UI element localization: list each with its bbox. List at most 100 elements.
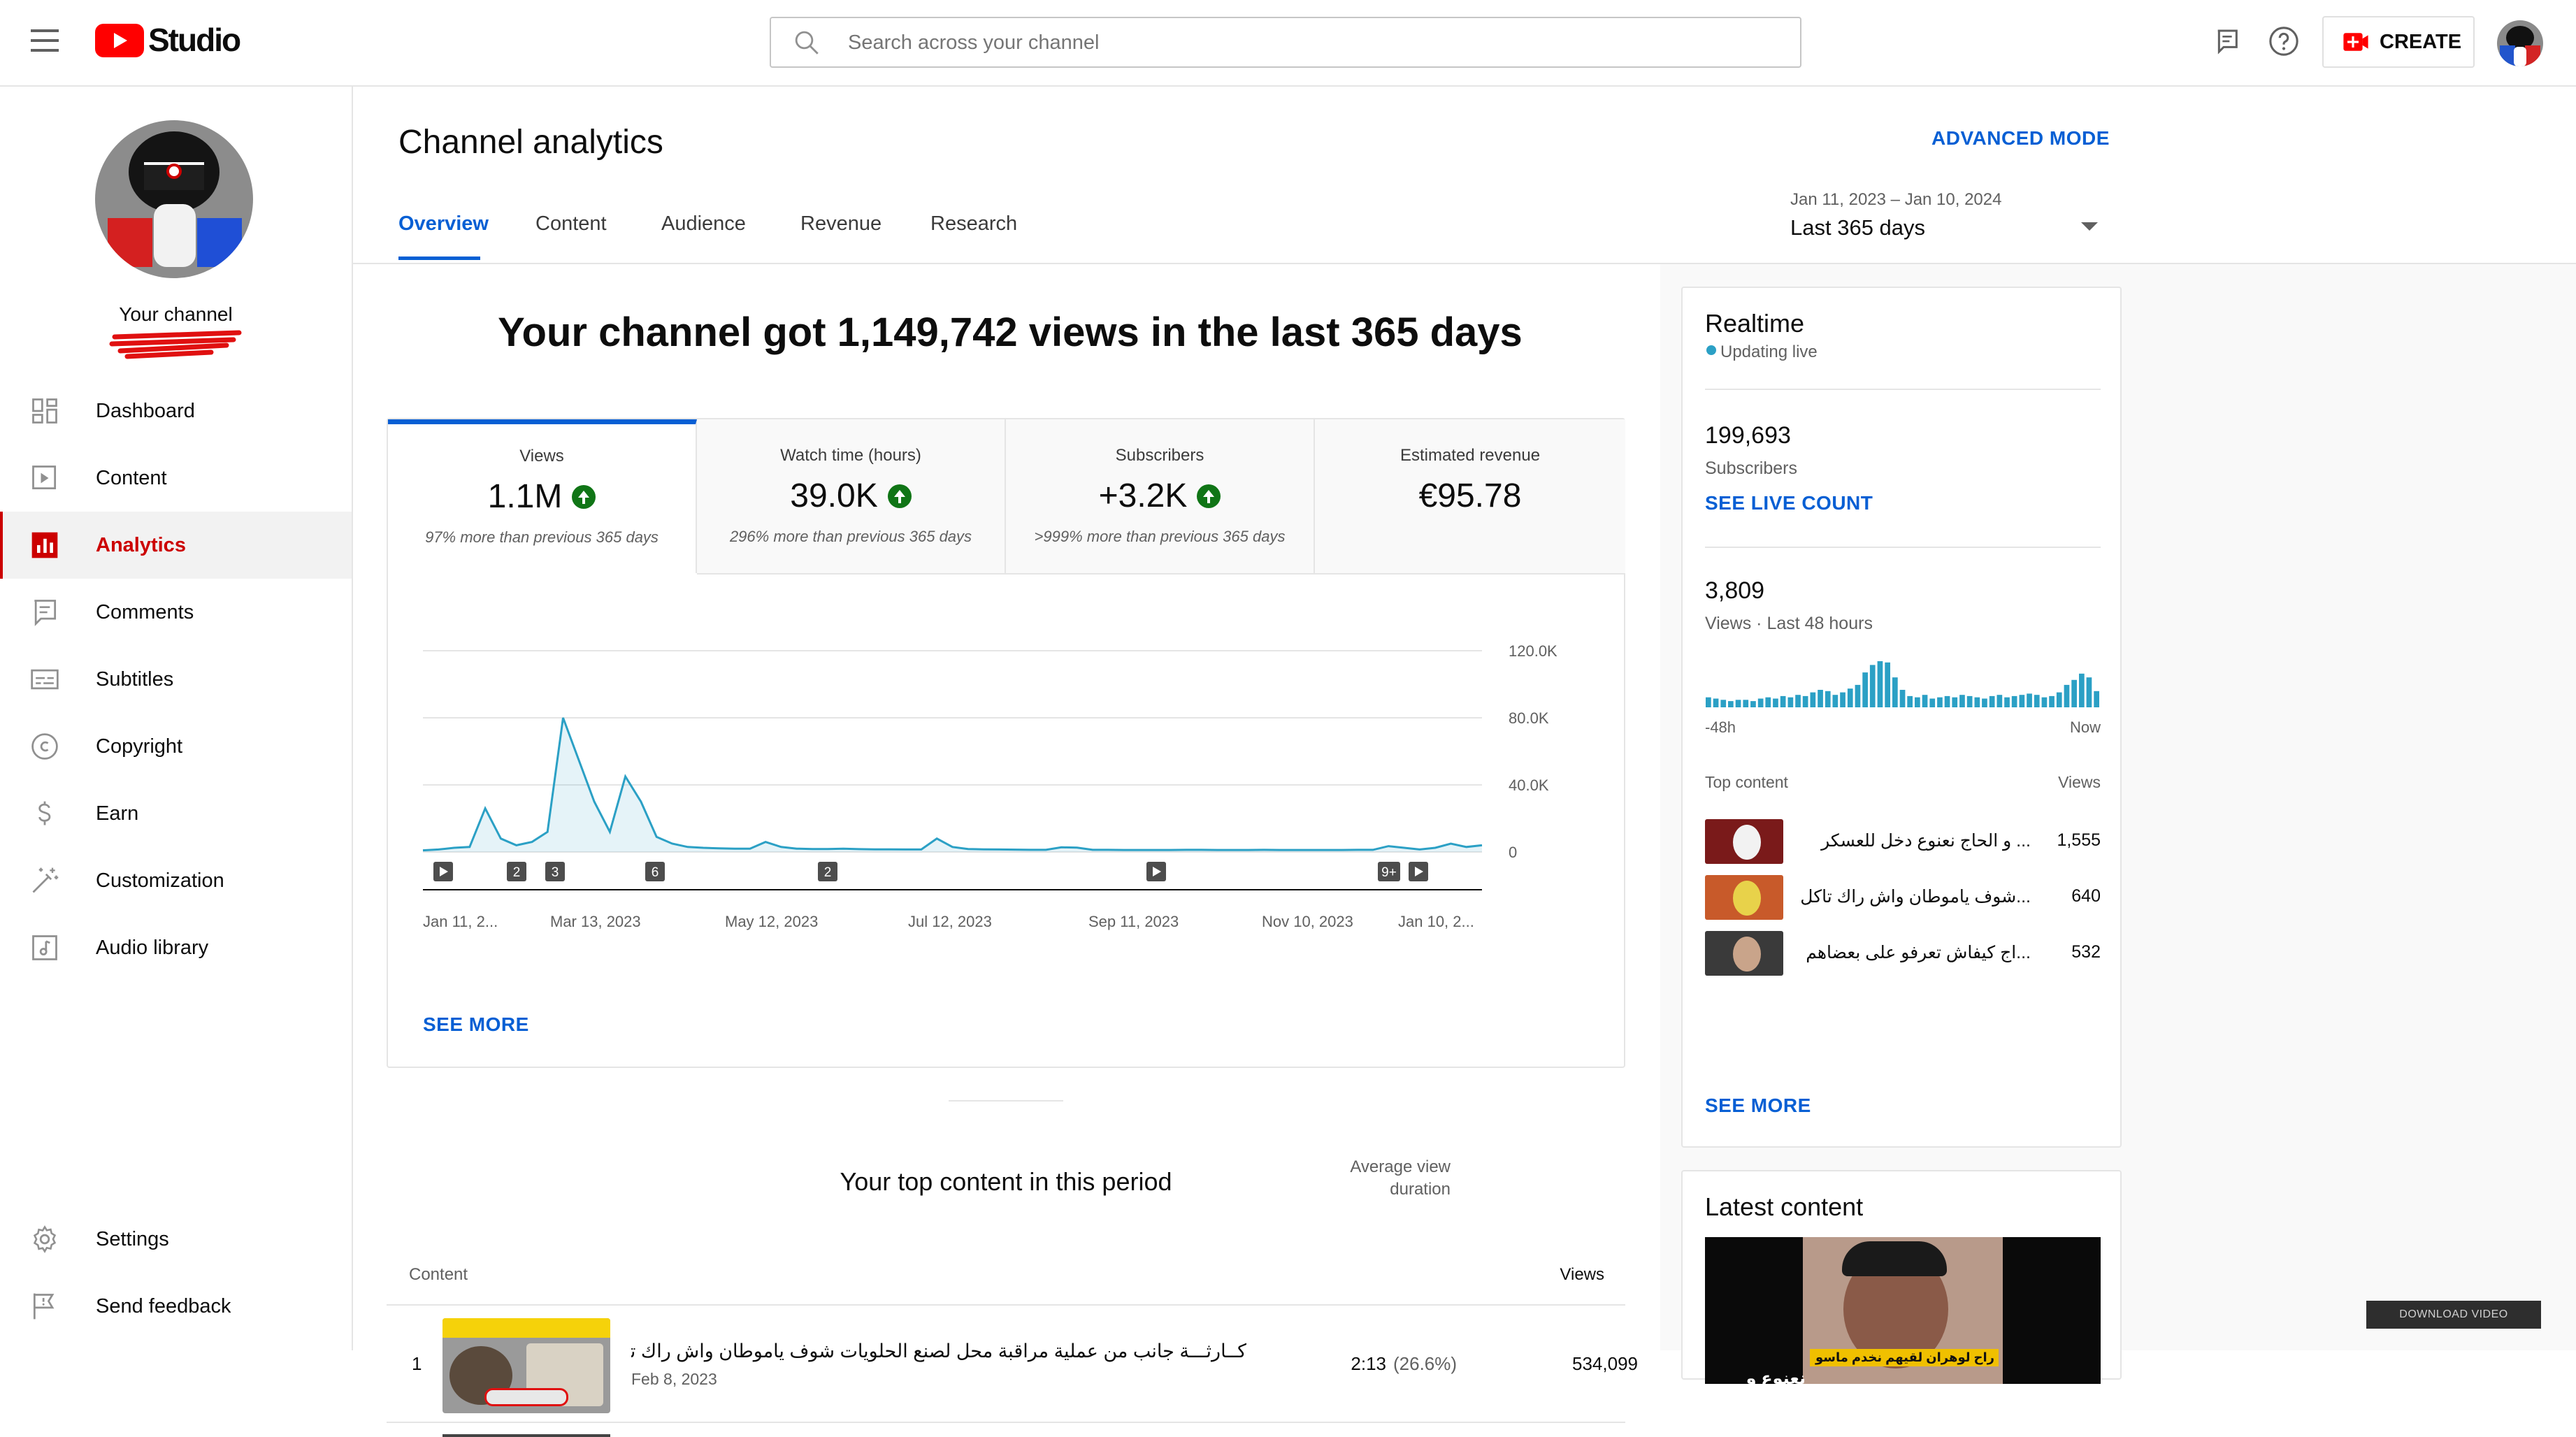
trend-up-icon xyxy=(887,484,912,508)
messages-icon[interactable] xyxy=(2213,27,2241,56)
tab-revenue[interactable]: Revenue xyxy=(800,212,882,236)
row-views: 534,099 xyxy=(1572,1353,1638,1374)
studio-logo-text[interactable]: Studio xyxy=(148,21,241,59)
realtime-bar xyxy=(1877,661,1883,707)
sidebar-item-earn[interactable]: Earn xyxy=(0,780,352,847)
svg-text:2: 2 xyxy=(513,865,521,880)
metric-tile[interactable]: Subscribers +3.2K >999% more than previous… xyxy=(1006,419,1315,573)
search-box[interactable] xyxy=(770,17,1801,68)
sidebar-item-comments[interactable]: Comments xyxy=(0,579,352,646)
sidebar-item-copyright[interactable]: Copyright xyxy=(0,713,352,780)
realtime-bar xyxy=(2064,684,2070,707)
realtime-bar xyxy=(1899,690,1906,707)
realtime-bar xyxy=(1892,677,1898,707)
realtime-bar-chart[interactable] xyxy=(1705,651,2101,707)
x-tick-label: May 12, 2023 xyxy=(725,913,819,930)
realtime-top-item[interactable]: ...اج كيفاش تعرفو على بعضاهم 532 xyxy=(1705,931,2101,976)
download-video-button[interactable]: DOWNLOAD VIDEO xyxy=(2366,1301,2541,1329)
date-range-picker[interactable]: Jan 11, 2023 – Jan 10, 2024 Last 365 day… xyxy=(1787,185,2116,254)
video-count-marker[interactable]: 2 xyxy=(818,862,837,881)
video-count-marker[interactable]: 3 xyxy=(545,862,565,881)
realtime-item-title[interactable]: ... و الحاج نعنوع دخل للعسكر xyxy=(1800,830,2031,851)
date-range-text: Jan 11, 2023 – Jan 10, 2024 xyxy=(1790,190,2002,209)
page-title: Channel analytics xyxy=(398,124,663,161)
row-thumbnail[interactable] xyxy=(442,1318,610,1413)
chart-see-more-link[interactable]: SEE MORE xyxy=(423,1013,529,1036)
realtime-item-thumbnail[interactable] xyxy=(1705,819,1783,864)
row-title[interactable]: كــارثـــة جانب من عملية مراقبة محل لصنع… xyxy=(631,1341,1246,1362)
create-button[interactable]: CREATE xyxy=(2322,16,2475,68)
search-icon xyxy=(795,31,819,55)
youtube-logo-icon[interactable] xyxy=(95,24,144,57)
metric-tile[interactable]: Watch time (hours) 39.0K 296% more than pr… xyxy=(697,419,1006,573)
x-tick-label: Jan 10, 2... xyxy=(1398,913,1474,930)
realtime-bar xyxy=(1780,695,1786,707)
copyright-icon xyxy=(31,733,58,760)
feedback-icon xyxy=(33,1293,55,1320)
realtime-item-thumbnail[interactable] xyxy=(1705,931,1783,976)
video-publish-marker[interactable] xyxy=(1146,862,1166,881)
latest-thumb-text-2: نعنوع و الحاج xyxy=(1746,1369,1806,1384)
realtime-views-label: Views · Last 48 hours xyxy=(1705,614,1873,633)
svg-text:9+: 9+ xyxy=(1381,865,1397,880)
realtime-subs-value: 199,693 xyxy=(1705,422,1791,449)
video-count-marker[interactable]: 6 xyxy=(645,862,665,881)
tab-content[interactable]: Content xyxy=(535,212,607,236)
sidebar-item-send-feedback[interactable]: Send feedback xyxy=(0,1273,352,1340)
sidebar-item-customization[interactable]: Customization xyxy=(0,847,352,914)
latest-thumb-text: راح لوهران لقيهم نخدم ماسو xyxy=(1810,1349,1999,1366)
live-dot-icon xyxy=(1706,345,1716,355)
sidebar-item-audio-library[interactable]: Audio library xyxy=(0,914,352,981)
tab-audience[interactable]: Audience xyxy=(661,212,746,236)
metric-tile[interactable]: Views 1.1M 97% more than previous 365 days xyxy=(388,419,697,573)
video-count-marker[interactable]: 9+ xyxy=(1378,862,1400,881)
tab-overview[interactable]: Overview xyxy=(398,212,489,236)
sidebar-item-label: Settings xyxy=(96,1227,169,1250)
realtime-item-thumbnail[interactable] xyxy=(1705,875,1783,920)
tab-research[interactable]: Research xyxy=(930,212,1017,236)
metric-value-row: +3.2K xyxy=(1006,477,1314,515)
help-icon[interactable] xyxy=(2268,25,2300,57)
realtime-bar xyxy=(2019,695,2025,707)
next-row-thumbnail xyxy=(442,1434,610,1437)
y-tick-label: 0 xyxy=(1509,844,1517,861)
hamburger-menu-icon[interactable] xyxy=(31,29,59,52)
channel-name-redacted xyxy=(109,330,242,359)
table-row[interactable]: 1 كــارثـــة جانب من عملية مراقبة محل لص… xyxy=(387,1306,1638,1422)
realtime-bar xyxy=(2004,697,2010,707)
realtime-see-more-link[interactable]: SEE MORE xyxy=(1705,1095,1811,1117)
sidebar-item-content[interactable]: Content xyxy=(0,445,352,512)
sidebar-item-settings[interactable]: Settings xyxy=(0,1206,352,1273)
realtime-bar xyxy=(1937,697,1943,707)
advanced-mode-link[interactable]: ADVANCED MODE xyxy=(1931,127,2110,150)
x-tick-label: Mar 13, 2023 xyxy=(550,913,641,930)
realtime-bar xyxy=(1922,695,1928,707)
create-label: CREATE xyxy=(2380,30,2462,53)
sidebar-item-dashboard[interactable]: Dashboard xyxy=(0,377,352,445)
realtime-top-item[interactable]: ...شوف ياموطان واش راك تاكل 640 xyxy=(1705,875,2101,920)
realtime-item-title[interactable]: ...اج كيفاش تعرفو على بعضاهم xyxy=(1800,942,2031,963)
sidebar-item-subtitles[interactable]: Subtitles xyxy=(0,646,352,713)
search-input[interactable] xyxy=(848,28,1785,57)
video-publish-marker[interactable] xyxy=(433,862,453,881)
realtime-subs-label: Subscribers xyxy=(1705,458,1797,478)
sidebar-item-analytics[interactable]: Analytics xyxy=(0,512,352,579)
channel-label: Your channel xyxy=(119,303,233,325)
channel-avatar[interactable] xyxy=(95,120,253,278)
video-count-marker[interactable]: 2 xyxy=(507,862,526,881)
realtime-bar xyxy=(1996,695,2003,707)
metric-tile[interactable]: Estimated revenue €95.78 xyxy=(1315,419,1625,573)
views-chart[interactable]: 120.0K 80.0K 40.0K 0 2 3 6 2 9+ xyxy=(388,573,1625,965)
account-avatar[interactable] xyxy=(2497,20,2543,66)
realtime-status: Updating live xyxy=(1720,342,1818,361)
video-publish-marker[interactable] xyxy=(1409,862,1428,881)
realtime-bar xyxy=(2041,697,2048,707)
latest-content-thumbnail[interactable]: راح لوهران لقيهم نخدم ماسو نعنوع و الحاج xyxy=(1705,1237,2101,1384)
row-duration-pct: (26.6%) xyxy=(1393,1353,1458,1374)
see-live-count-link[interactable]: SEE LIVE COUNT xyxy=(1705,492,1873,514)
section-divider xyxy=(949,1100,1063,1102)
realtime-bar xyxy=(1944,695,1950,707)
trend-up-icon xyxy=(1197,484,1221,508)
realtime-item-title[interactable]: ...شوف ياموطان واش راك تاكل xyxy=(1800,886,2031,907)
realtime-top-item[interactable]: ... و الحاج نعنوع دخل للعسكر 1,555 xyxy=(1705,819,2101,864)
